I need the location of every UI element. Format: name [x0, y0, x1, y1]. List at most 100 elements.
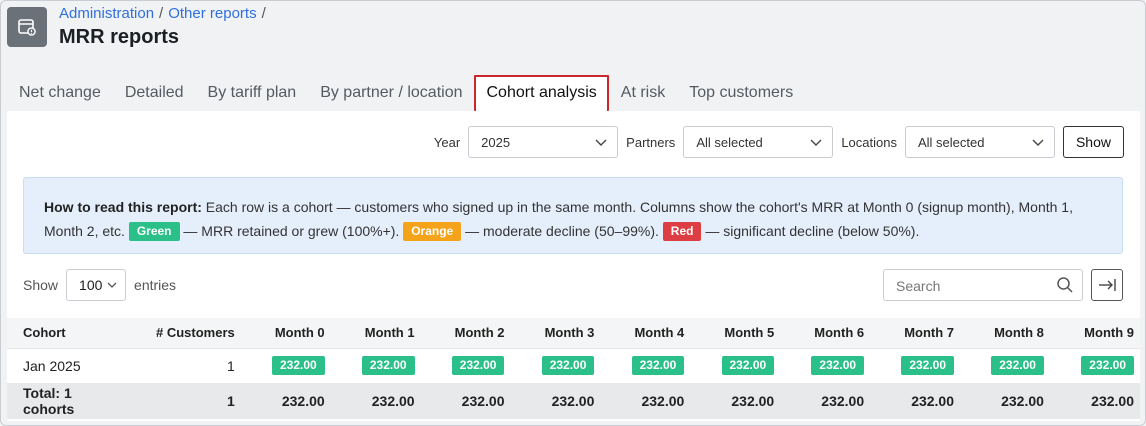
entries-label: entries	[134, 277, 177, 293]
month-cell: 232.00	[420, 347, 511, 383]
column-header-customers[interactable]: # Customers	[116, 318, 241, 348]
report-tabs: Net change Detailed By tariff plan By pa…	[1, 75, 805, 111]
chevron-down-icon	[810, 139, 822, 146]
mrr-value-badge: 232.00	[901, 356, 955, 376]
year-label: Year	[433, 134, 461, 150]
column-header-month-7[interactable]: Month 7	[870, 318, 961, 348]
report-panel: Year 2025 Partners All selected Location…	[7, 111, 1140, 421]
partners-value: All selected	[696, 135, 763, 150]
chevron-down-icon	[107, 282, 117, 288]
total-month-cell: 232.00	[960, 383, 1050, 419]
column-header-month-9[interactable]: Month 9	[1049, 318, 1140, 348]
mrr-value-badge: 232.00	[1081, 356, 1134, 376]
export-icon	[1099, 279, 1116, 291]
month-cell: 232.00	[510, 347, 601, 383]
total-month-cell: 232.00	[330, 383, 421, 419]
info-alert: How to read this report: Each row is a c…	[23, 177, 1123, 254]
year-select[interactable]: 2025	[468, 126, 619, 158]
year-value: 2025	[481, 135, 511, 150]
show-button[interactable]: Show	[1062, 126, 1124, 158]
total-month-cell: 232.00	[240, 383, 331, 419]
month-cell: 232.00	[690, 347, 781, 383]
column-header-cohort[interactable]: Cohort	[7, 318, 117, 348]
column-header-month-1[interactable]: Month 1	[330, 318, 421, 348]
info-text-3: — moderate decline (50–99%).	[461, 223, 663, 239]
cohort-table: Cohort # Customers Month 0 Month 1 Month…	[7, 318, 1140, 419]
total-month-cell: 232.00	[600, 383, 691, 419]
total-customers: 1	[116, 383, 241, 419]
orange-badge: Orange	[403, 222, 462, 241]
show-label: Show	[23, 277, 59, 293]
month-cell: 232.00	[960, 347, 1050, 383]
column-header-month-6[interactable]: Month 6	[780, 318, 871, 348]
total-month-cell: 232.00	[420, 383, 511, 419]
filter-bar: Year 2025 Partners All selected Location…	[434, 126, 1124, 158]
mrr-value-badge: 232.00	[541, 356, 595, 376]
search-input[interactable]: Search	[883, 269, 1083, 301]
chevron-down-icon	[1032, 139, 1044, 146]
customers-cell: 1	[116, 347, 241, 383]
info-text-4: — significant decline (below 50%).	[701, 223, 920, 239]
breadcrumb-separator: /	[159, 5, 164, 22]
breadcrumb-separator: /	[261, 5, 266, 22]
locations-value: All selected	[917, 135, 985, 150]
locations-select[interactable]: All selected	[904, 126, 1055, 158]
info-text-2: — MRR retained or grew (100%+).	[179, 223, 404, 239]
table-header-row: Cohort # Customers Month 0 Month 1 Month…	[7, 318, 1140, 348]
breadcrumb-link-administration[interactable]: Administration	[59, 5, 154, 22]
tab-by-partner-location[interactable]: By partner / location	[308, 75, 474, 111]
mrr-value-badge: 232.00	[811, 356, 865, 376]
export-button[interactable]	[1091, 269, 1123, 301]
tab-net-change[interactable]: Net change	[1, 75, 113, 111]
tab-by-tariff-plan[interactable]: By tariff plan	[196, 75, 309, 111]
mrr-value-badge: 232.00	[271, 356, 325, 376]
total-month-cell: 232.00	[510, 383, 601, 419]
mrr-value-badge: 232.00	[361, 356, 415, 376]
tab-detailed[interactable]: Detailed	[113, 75, 196, 111]
locations-label: Locations	[841, 134, 897, 150]
page-length-value: 100	[79, 277, 103, 293]
tab-cohort-analysis[interactable]: Cohort analysis	[474, 75, 609, 111]
cohort-cell: Jan 2025	[7, 347, 117, 383]
mrr-value-badge: 232.00	[991, 356, 1044, 376]
column-header-month-5[interactable]: Month 5	[690, 318, 781, 348]
report-icon	[7, 7, 47, 47]
total-month-cell: 232.00	[780, 383, 871, 419]
page-length-control: Show 100 entries	[23, 269, 176, 301]
column-header-month-0[interactable]: Month 0	[240, 318, 331, 348]
breadcrumb-link-other-reports[interactable]: Other reports	[168, 5, 256, 22]
column-header-month-3[interactable]: Month 3	[510, 318, 601, 348]
table-footer-row: Total: 1 cohorts 1 232.00 232.00 232.00 …	[7, 383, 1140, 419]
app-window: Administration / Other reports / MRR report…	[0, 0, 1146, 426]
month-cell: 232.00	[240, 347, 331, 383]
month-cell: 232.00	[1049, 347, 1140, 383]
tab-top-customers[interactable]: Top customers	[677, 75, 805, 111]
red-badge: Red	[662, 222, 702, 241]
chevron-down-icon	[595, 139, 607, 146]
search-placeholder: Search	[896, 278, 941, 294]
column-header-month-8[interactable]: Month 8	[960, 318, 1050, 348]
partners-label: Partners	[626, 134, 676, 150]
total-label: Total: 1 cohorts	[7, 383, 117, 419]
partners-select[interactable]: All selected	[683, 126, 834, 158]
green-badge: Green	[128, 222, 180, 241]
mrr-value-badge: 232.00	[721, 356, 775, 376]
total-month-cell: 232.00	[690, 383, 781, 419]
mrr-value-badge: 232.00	[451, 356, 505, 376]
search-icon	[1057, 277, 1073, 293]
month-cell: 232.00	[600, 347, 691, 383]
month-cell: 232.00	[330, 347, 421, 383]
page-length-select[interactable]: 100	[66, 269, 127, 301]
month-cell: 232.00	[780, 347, 871, 383]
month-cell: 232.00	[870, 347, 961, 383]
mrr-value-badge: 232.00	[631, 356, 685, 376]
breadcrumb: Administration / Other reports /	[59, 5, 271, 22]
page-title: MRR reports	[59, 26, 180, 48]
column-header-month-2[interactable]: Month 2	[420, 318, 511, 348]
tab-at-risk[interactable]: At risk	[609, 75, 677, 111]
total-month-cell: 232.00	[870, 383, 961, 419]
total-month-cell: 232.00	[1049, 383, 1140, 419]
table-row: Jan 2025 1 232.00 232.00 232.00 232.00 2…	[7, 347, 1140, 383]
column-header-month-4[interactable]: Month 4	[600, 318, 691, 348]
info-heading: How to read this report:	[44, 199, 202, 215]
